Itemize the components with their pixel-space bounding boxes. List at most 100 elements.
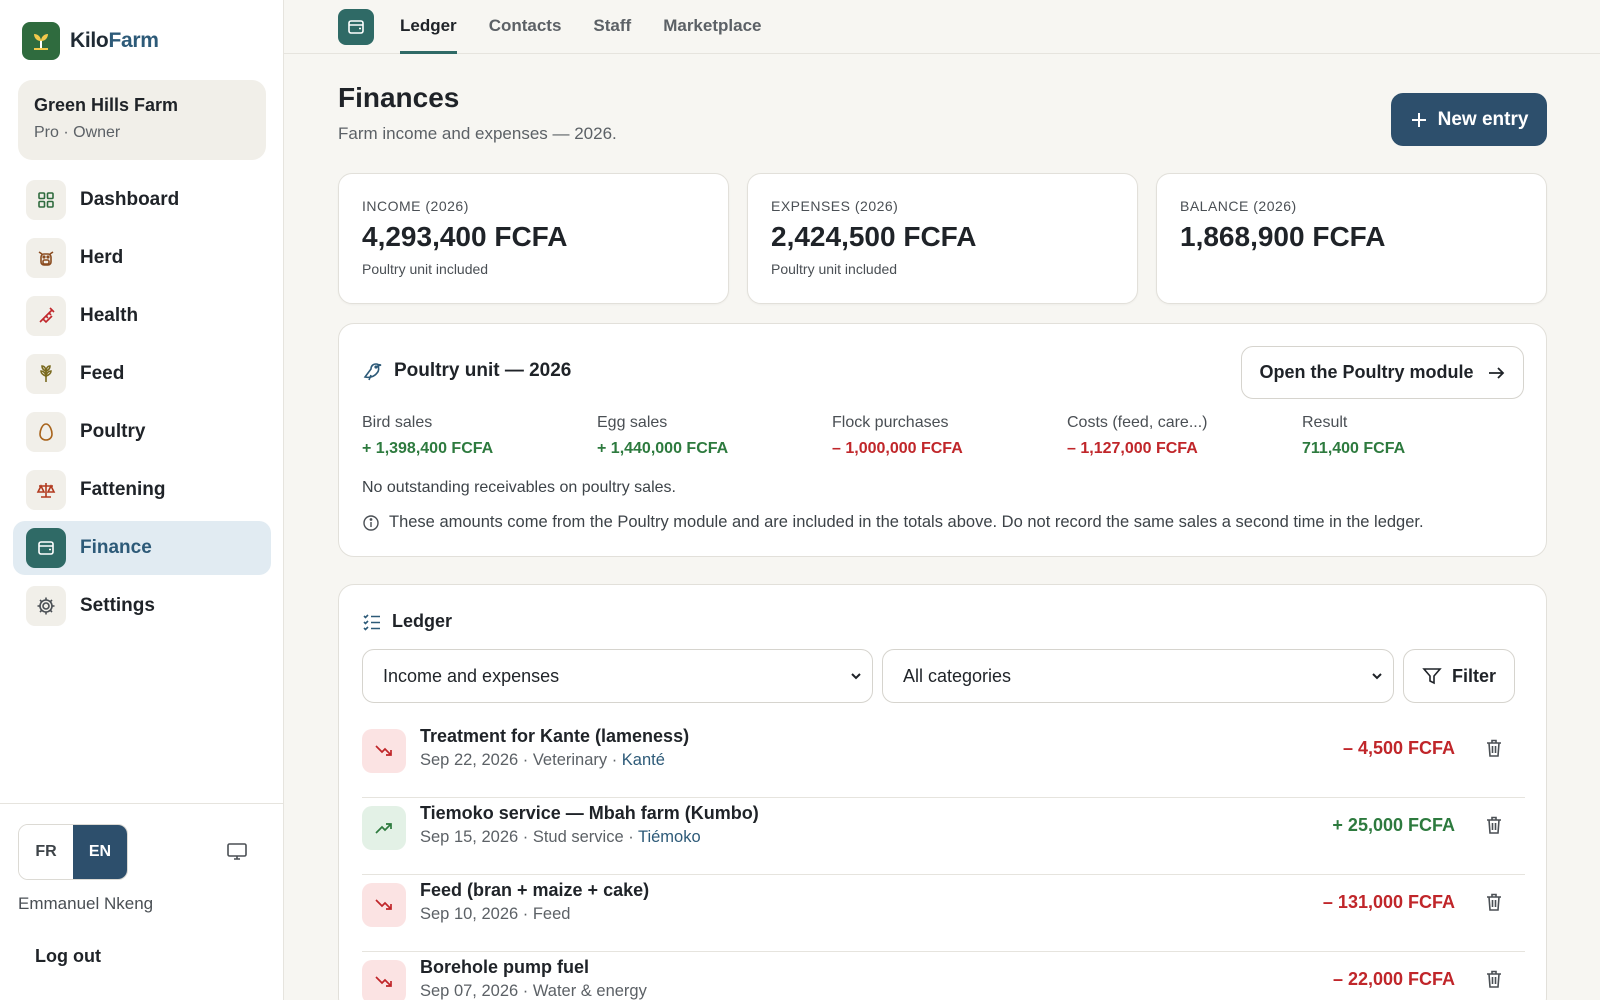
sidebar-item-health[interactable]: Health xyxy=(13,289,271,343)
trash-icon[interactable] xyxy=(1483,814,1505,841)
metric-result: Result 711,400 FCFA xyxy=(1302,414,1537,458)
brand-name-part2: Farm xyxy=(108,29,159,52)
metric-value: – 1,000,000 FCFA xyxy=(832,440,963,457)
row-animal-link[interactable]: Tiémoko xyxy=(638,828,701,846)
brand-name-part1: Kilo xyxy=(70,29,109,52)
row-title: Feed (bran + maize + cake) xyxy=(420,880,650,900)
metric-value: + 1,398,400 FCFA xyxy=(362,440,494,457)
monitor-icon[interactable] xyxy=(226,840,248,867)
stat-label: EXPENSES (2026) xyxy=(771,198,899,214)
logout-button[interactable]: Log out xyxy=(35,946,101,967)
ledger-title: Ledger xyxy=(392,611,453,631)
metric-label: Result xyxy=(1302,414,1348,431)
row-title: Borehole pump fuel xyxy=(420,957,590,977)
sidebar-item-dashboard[interactable]: Dashboard xyxy=(13,173,271,227)
metric-costs: Costs (feed, care...) – 1,127,000 FCFA xyxy=(1067,414,1302,458)
tab-ledger[interactable]: Ledger xyxy=(400,0,457,54)
stat-value: 2,424,500 FCFA xyxy=(771,221,977,252)
sidebar-item-poultry[interactable]: Poultry xyxy=(13,405,271,459)
type-select[interactable]: Income and expenses xyxy=(362,649,873,703)
sidebar-item-label: Finance xyxy=(80,537,152,558)
metric-label: Costs (feed, care...) xyxy=(1067,414,1208,431)
sidebar-item-label: Herd xyxy=(80,247,124,268)
brand[interactable]: KiloFarm xyxy=(22,22,159,60)
scale-icon xyxy=(26,470,66,510)
new-entry-button[interactable]: New entry xyxy=(1391,93,1547,146)
sidebar-item-fattening[interactable]: Fattening xyxy=(13,463,271,517)
metric-label: Bird sales xyxy=(362,414,433,431)
tab-staff[interactable]: Staff xyxy=(593,0,631,54)
chevron-down-icon xyxy=(851,673,861,680)
row-meta-text: Sep 10, 2026 · Feed xyxy=(420,905,571,923)
metric-bird-sales: Bird sales + 1,398,400 FCFA xyxy=(362,414,597,458)
info-icon xyxy=(363,514,379,531)
trend-down-icon xyxy=(362,960,406,1000)
ledger-row[interactable]: Treatment for Kante (lameness) Sep 22, 2… xyxy=(362,721,1525,798)
tab-marketplace[interactable]: Marketplace xyxy=(663,0,761,54)
wallet-icon xyxy=(26,528,66,568)
metric-value: – 1,127,000 FCFA xyxy=(1067,440,1198,457)
filter-button[interactable]: Filter xyxy=(1403,649,1515,703)
trend-down-icon xyxy=(362,729,406,773)
plus-icon xyxy=(1411,112,1426,127)
new-entry-label: New entry xyxy=(1437,108,1529,130)
row-meta: Sep 10, 2026 · Feed xyxy=(420,905,570,924)
grid-icon xyxy=(26,180,66,220)
row-meta: Sep 22, 2026 · Veterinary · Kanté xyxy=(420,751,665,770)
sidebar: KiloFarm Green Hills Farm Pro · Owner Da… xyxy=(0,0,284,1000)
sidebar-item-label: Dashboard xyxy=(80,189,180,210)
ledger-row[interactable]: Tiemoko service — Mbah farm (Kumbo) Sep … xyxy=(362,798,1525,875)
stat-value: 1,868,900 FCFA xyxy=(1180,221,1386,252)
sidebar-item-label: Settings xyxy=(80,595,155,616)
sidebar-item-herd[interactable]: Herd xyxy=(13,231,271,285)
stat-label: BALANCE (2026) xyxy=(1180,198,1297,214)
expenses-card: EXPENSES (2026) 2,424,500 FCFA Poultry u… xyxy=(747,173,1138,304)
lang-en-button[interactable]: EN xyxy=(73,825,127,879)
cow-icon xyxy=(26,238,66,278)
gear-icon xyxy=(26,586,66,626)
metric-flock-purchases: Flock purchases – 1,000,000 FCFA xyxy=(832,414,1067,458)
category-select[interactable]: All categories xyxy=(882,649,1394,703)
lang-fr-button[interactable]: FR xyxy=(19,825,73,879)
row-animal-link[interactable]: Kanté xyxy=(622,751,665,769)
sidebar-item-label: Health xyxy=(80,305,139,326)
metric-label: Flock purchases xyxy=(832,414,949,431)
wallet-icon xyxy=(338,9,374,45)
row-amount: – 131,000 FCFA xyxy=(1322,892,1455,912)
sidebar-item-feed[interactable]: Feed xyxy=(13,347,271,401)
stat-value: 4,293,400 FCFA xyxy=(362,221,568,252)
open-poultry-label: Open the Poultry module xyxy=(1259,362,1474,382)
chevron-down-icon xyxy=(1372,673,1382,680)
row-meta: Sep 07, 2026 · Water & energy xyxy=(420,982,647,1000)
row-amount: – 22,000 FCFA xyxy=(1332,969,1455,989)
balance-card: BALANCE (2026) 1,868,900 FCFA xyxy=(1156,173,1547,304)
syringe-icon xyxy=(26,296,66,336)
row-amount: – 4,500 FCFA xyxy=(1342,738,1455,758)
trash-icon[interactable] xyxy=(1483,891,1505,918)
poultry-info-text: These amounts come from the Poultry modu… xyxy=(389,513,1424,531)
type-select-value: Income and expenses xyxy=(383,665,560,686)
ledger-row[interactable]: Feed (bran + maize + cake) Sep 10, 2026 … xyxy=(362,875,1525,952)
sidebar-item-settings[interactable]: Settings xyxy=(13,579,271,633)
wheat-icon xyxy=(26,354,66,394)
trash-icon[interactable] xyxy=(1483,968,1505,995)
ledger-header: Ledger xyxy=(362,611,452,632)
topbar: Ledger Contacts Staff Marketplace xyxy=(284,0,1600,54)
page-title: Finances xyxy=(338,82,460,113)
income-card: INCOME (2026) 4,293,400 FCFA Poultry uni… xyxy=(338,173,729,304)
filter-icon xyxy=(1422,668,1442,685)
row-meta-text: Sep 15, 2026 · Stud service · xyxy=(420,828,638,846)
open-poultry-module-button[interactable]: Open the Poultry module xyxy=(1241,346,1524,399)
sidebar-item-finance[interactable]: Finance xyxy=(13,521,271,575)
trend-up-icon xyxy=(362,806,406,850)
ledger-row[interactable]: Borehole pump fuel Sep 07, 2026 · Water … xyxy=(362,952,1525,1000)
sidebar-item-label: Fattening xyxy=(80,479,166,500)
ledger-card: Ledger Income and expenses All categorie… xyxy=(338,584,1547,1000)
row-meta-text: Sep 22, 2026 · Veterinary · xyxy=(420,751,622,769)
trash-icon[interactable] xyxy=(1483,737,1505,764)
poultry-header: Poultry unit — 2026 xyxy=(362,360,571,382)
tab-contacts[interactable]: Contacts xyxy=(489,0,562,54)
poultry-metrics: Bird sales + 1,398,400 FCFA Egg sales + … xyxy=(362,414,1537,458)
sidebar-footer: FR EN Emmanuel Nkeng Log out xyxy=(0,803,284,1000)
farm-switcher[interactable]: Green Hills Farm Pro · Owner xyxy=(18,80,266,160)
